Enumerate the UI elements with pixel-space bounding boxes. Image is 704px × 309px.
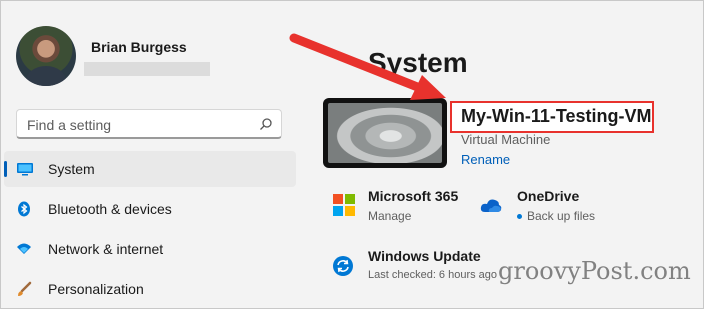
tile-subtitle: Manage [368, 209, 412, 223]
tile-microsoft-365[interactable]: Microsoft 365 Manage [330, 188, 470, 228]
tile-windows-update[interactable]: Windows Update Last checked: 6 hours ago [330, 248, 520, 288]
status-dot [517, 214, 522, 219]
sidebar-item-personalization[interactable]: Personalization [4, 271, 296, 307]
wifi-icon [16, 241, 32, 257]
sidebar-item-bluetooth[interactable]: Bluetooth & devices [4, 191, 296, 227]
microsoft-logo-icon [333, 194, 355, 221]
page-title: System [368, 47, 468, 78]
device-name: My-Win-11-Testing-VM [461, 106, 652, 126]
search-input[interactable]: Find a setting [16, 109, 282, 139]
tile-title: Windows Update [368, 248, 481, 264]
search-placeholder: Find a setting [27, 117, 112, 133]
onedrive-cloud-icon [480, 197, 502, 218]
monitor-icon [16, 161, 33, 177]
tile-subtitle: Back up files [527, 209, 596, 223]
sidebar-item-label: Network & internet [48, 241, 164, 257]
sidebar-item-label: System [48, 161, 95, 177]
rename-link[interactable]: Rename [461, 152, 510, 167]
sidebar-item-network[interactable]: Network & internet [4, 231, 296, 267]
windows-update-icon [332, 255, 354, 282]
user-email-redacted [84, 62, 210, 76]
sidebar-item-label: Personalization [48, 281, 144, 297]
sidebar-item-system[interactable]: System [4, 151, 296, 187]
bluetooth-icon [16, 201, 32, 217]
brush-icon [16, 281, 32, 297]
user-avatar[interactable] [16, 26, 76, 86]
selected-indicator [4, 161, 7, 177]
device-type: Virtual Machine [461, 132, 551, 147]
watermark: groovyPost.com [498, 257, 691, 285]
user-name: Brian Burgess [91, 39, 187, 55]
tile-title: OneDrive [517, 188, 580, 204]
device-thumbnail [323, 98, 447, 168]
search-icon[interactable] [259, 117, 273, 136]
sidebar-item-label: Bluetooth & devices [48, 201, 172, 217]
tile-onedrive[interactable]: OneDrive Back up files [480, 188, 630, 228]
tile-title: Microsoft 365 [368, 188, 459, 204]
tile-subtitle: Last checked: 6 hours ago [368, 269, 498, 281]
